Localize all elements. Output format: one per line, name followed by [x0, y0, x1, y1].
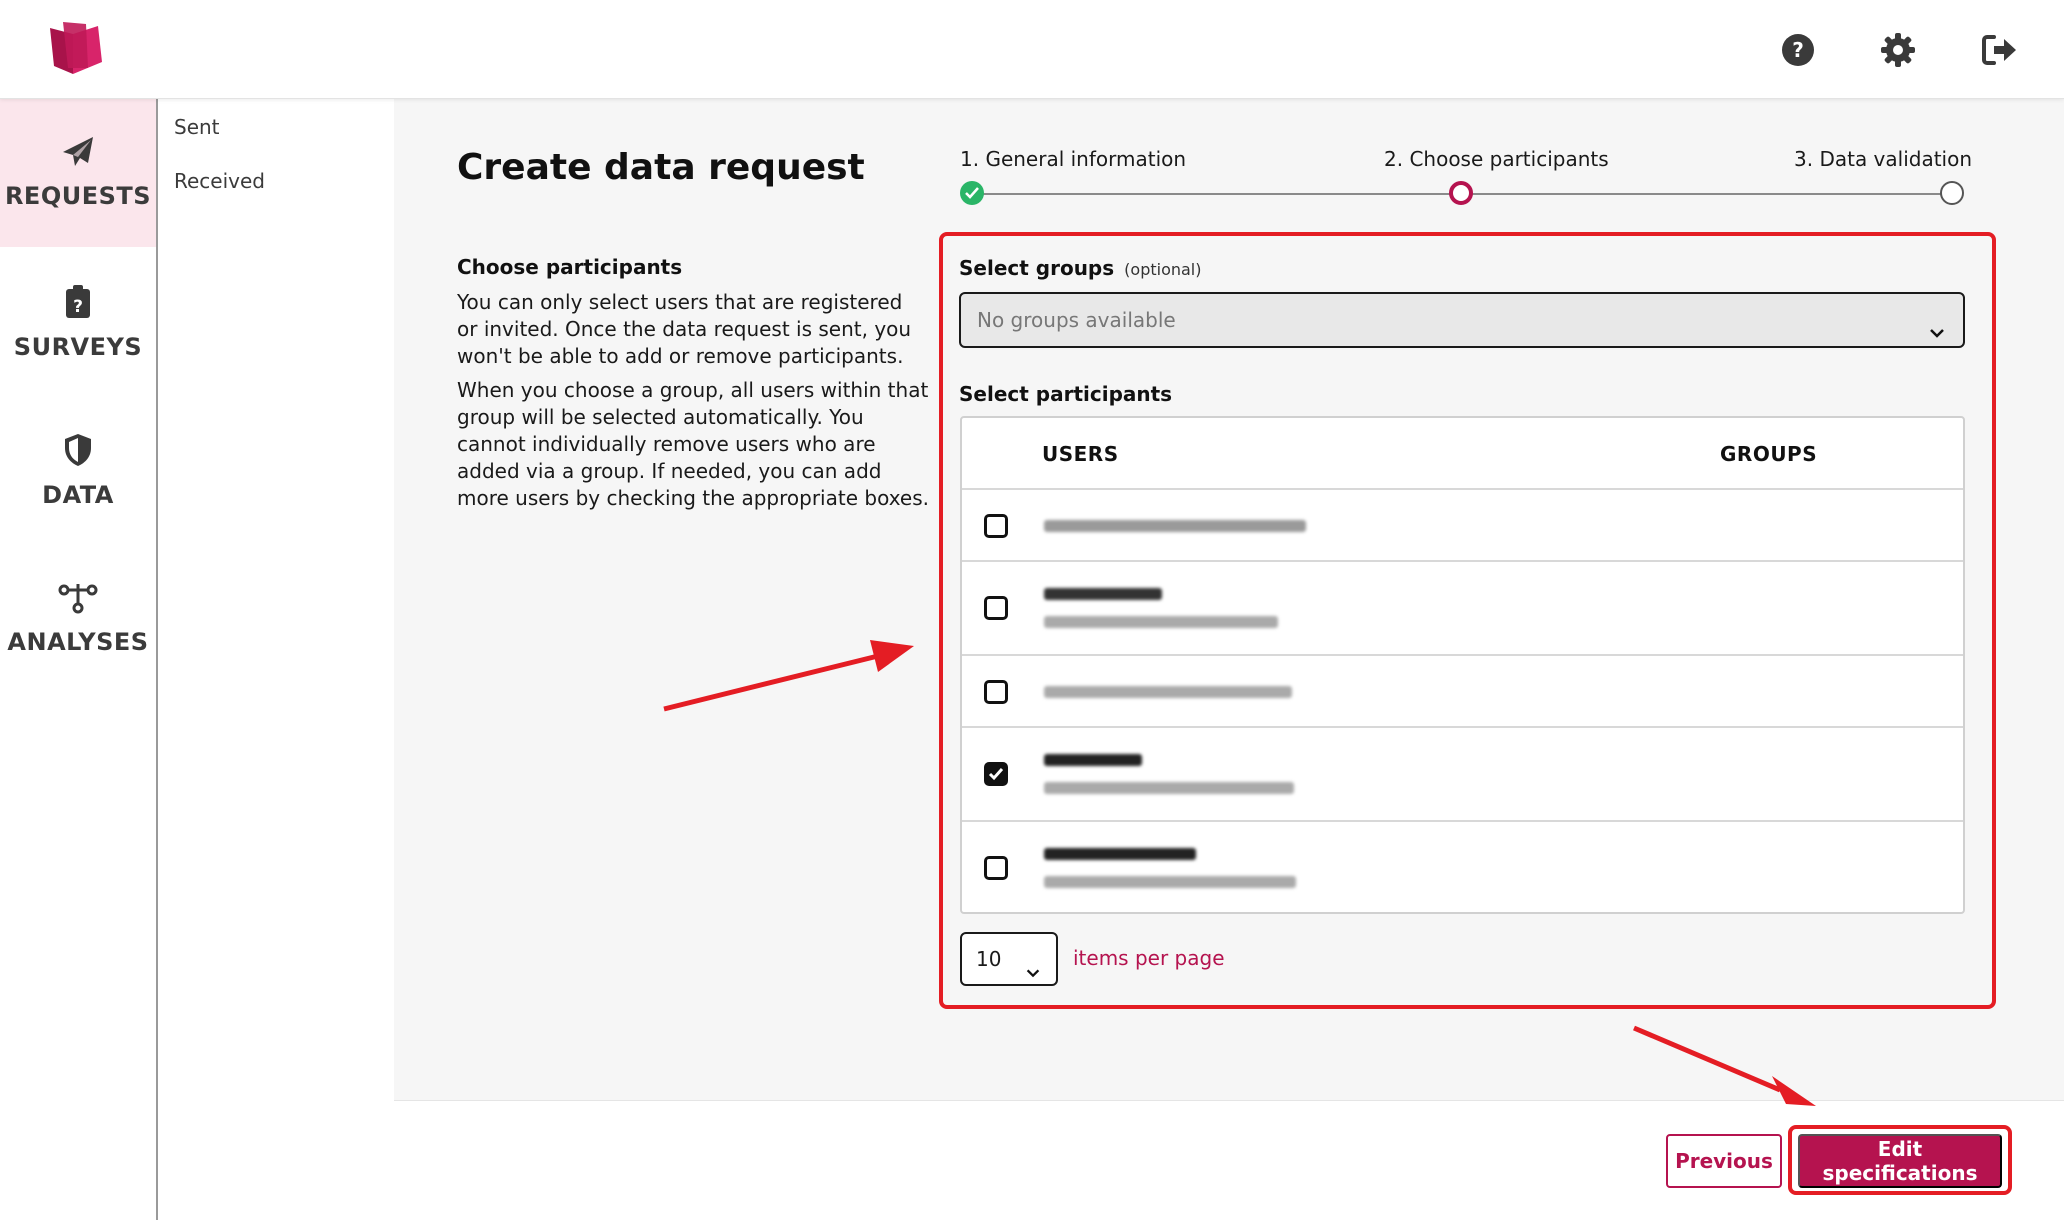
sidebar-item-label: REQUESTS: [4, 182, 152, 210]
groups-select[interactable]: No groups available: [959, 292, 1965, 348]
sidebar-item-label: DATA: [42, 481, 114, 509]
step-current-dot: [1449, 181, 1473, 205]
row-checkbox[interactable]: [984, 596, 1008, 620]
logout-icon[interactable]: [1980, 30, 2020, 70]
help-icon[interactable]: ?: [1778, 30, 1818, 70]
description-paragraph: You can only select users that are regis…: [457, 290, 912, 368]
table-row[interactable]: [962, 560, 1963, 654]
clipboard-question-icon: ?: [65, 285, 91, 323]
table-row[interactable]: [962, 820, 1963, 912]
section-title: Choose participants: [457, 255, 683, 279]
sidebar-item-requests[interactable]: REQUESTS: [0, 99, 156, 247]
settings-icon[interactable]: [1878, 30, 1918, 70]
book-logo[interactable]: [46, 22, 104, 76]
chevron-down-icon: [1024, 950, 1042, 1000]
sidebar-item-surveys[interactable]: ? SURVEYS: [0, 249, 156, 397]
row-checkbox-checked[interactable]: [984, 762, 1008, 786]
chevron-down-icon: [1927, 310, 1947, 338]
network-icon: [58, 582, 98, 618]
svg-text:?: ?: [73, 297, 83, 317]
page-title: Create data request: [457, 147, 865, 188]
step-label: 2. Choose participants: [1384, 147, 1609, 171]
step-complete-check-icon: [960, 181, 984, 205]
redacted-user-email: [1044, 616, 1278, 628]
paper-plane-icon: [61, 136, 95, 172]
groups-select-value: No groups available: [977, 308, 1176, 332]
table-row[interactable]: [962, 488, 1963, 560]
page-size-value: 10: [976, 947, 1002, 971]
redacted-user-name: [1044, 588, 1162, 600]
items-per-page-label: items per page: [1073, 946, 1225, 970]
top-bar: ?: [0, 0, 2064, 99]
row-checkbox[interactable]: [984, 856, 1008, 880]
svg-text:?: ?: [1792, 38, 1804, 62]
edit-specifications-button[interactable]: Edit specifications: [1798, 1134, 2002, 1188]
description-paragraph: When you choose a group, all users withi…: [457, 378, 929, 510]
column-header-users: USERS: [1042, 442, 1119, 466]
subnav-item-sent[interactable]: Sent: [174, 115, 220, 139]
redacted-user-name: [1044, 686, 1292, 698]
previous-button[interactable]: Previous: [1666, 1134, 1782, 1188]
optional-hint: (optional): [1124, 260, 1202, 279]
row-checkbox[interactable]: [984, 514, 1008, 538]
redacted-user-name: [1044, 754, 1142, 766]
redacted-user-name: [1044, 848, 1196, 860]
sidebar-item-analyses[interactable]: ANALYSES: [0, 545, 156, 693]
subnav: Sent Received: [160, 99, 394, 1220]
redacted-user-name: [1044, 520, 1306, 532]
row-checkbox[interactable]: [984, 680, 1008, 704]
select-groups-label: Select groups (optional): [959, 256, 1202, 280]
step-label: 1. General information: [960, 147, 1187, 171]
table-row[interactable]: [962, 654, 1963, 726]
sidebar-item-data[interactable]: DATA: [0, 397, 156, 545]
participants-table: USERS GROUPS: [960, 416, 1965, 914]
redacted-user-email: [1044, 876, 1296, 888]
step-label: 3. Data validation: [1794, 147, 1973, 171]
table-row[interactable]: [962, 726, 1963, 820]
page-size-select[interactable]: 10: [960, 932, 1058, 986]
sidebar-item-label: SURVEYS: [13, 333, 143, 361]
subnav-item-received[interactable]: Received: [174, 169, 265, 193]
sidebar: REQUESTS ? SURVEYS DATA ANALYSES: [0, 99, 158, 1220]
select-participants-label: Select participants: [959, 382, 1173, 406]
column-header-groups: GROUPS: [1720, 442, 1818, 466]
sidebar-item-label: ANALYSES: [7, 628, 149, 656]
redacted-user-email: [1044, 782, 1294, 794]
shield-icon: [63, 433, 93, 471]
step-upcoming-dot: [1940, 181, 1964, 205]
